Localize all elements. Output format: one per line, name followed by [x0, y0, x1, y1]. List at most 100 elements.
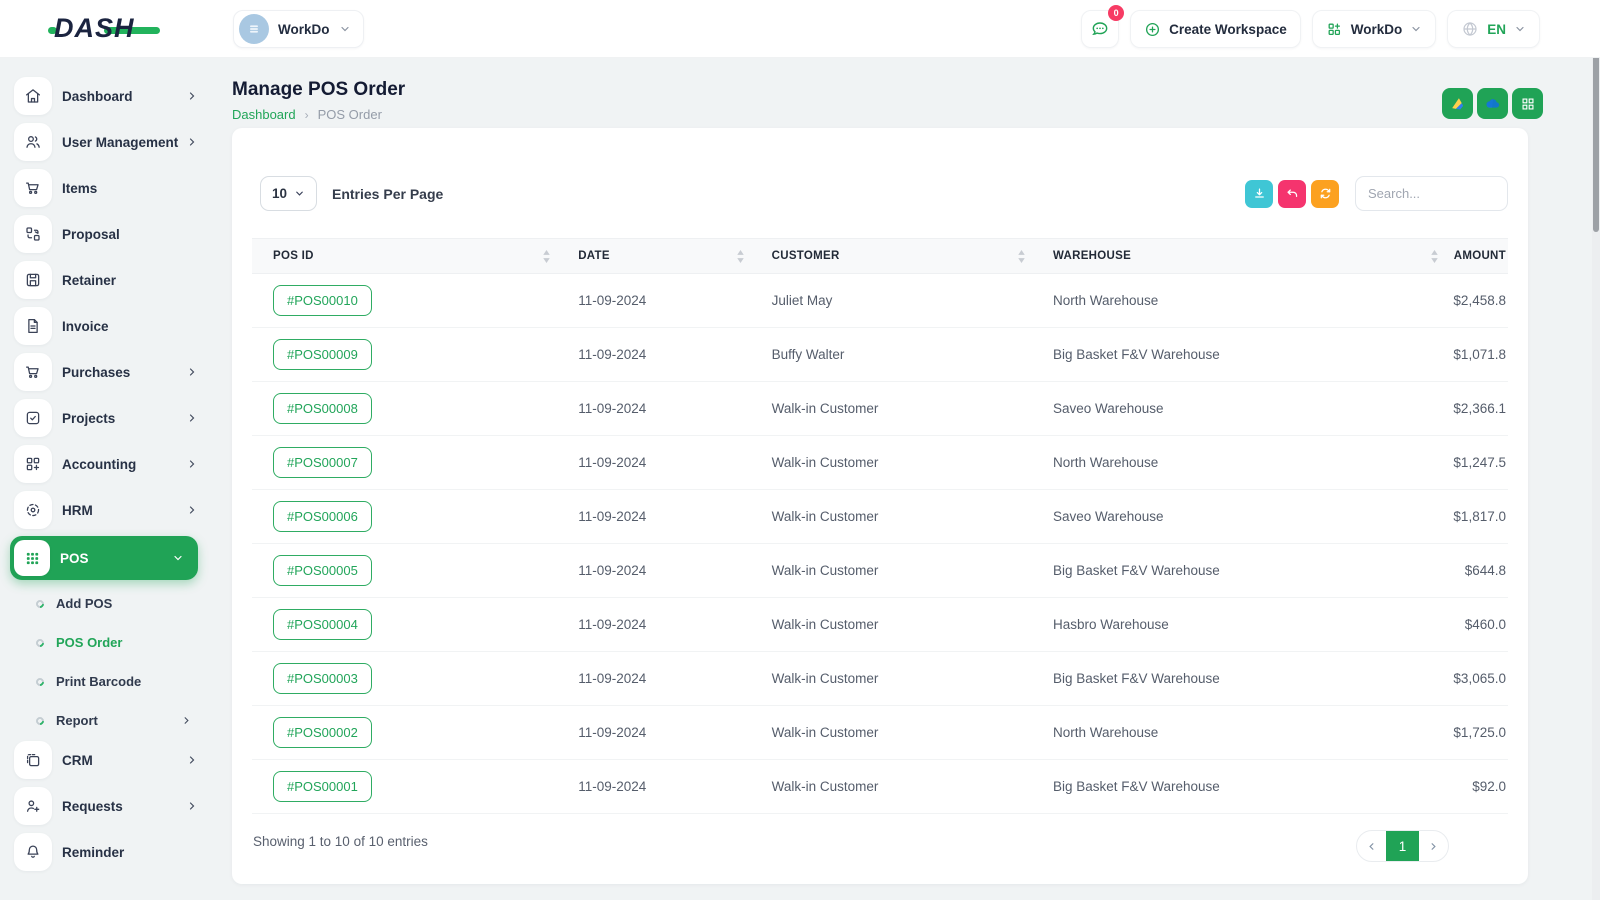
column-header-customer[interactable]: CUSTOMER	[751, 249, 1032, 263]
sidebar-subitem-report[interactable]: Report	[34, 701, 192, 740]
cart-icon	[25, 182, 39, 194]
grid-icon	[1521, 97, 1534, 110]
sidebar-subitem-add-pos[interactable]: Add POS	[34, 584, 192, 623]
sidebar-item-items[interactable]: Items	[14, 168, 198, 208]
pos-id-badge[interactable]: #POS00007	[273, 447, 372, 478]
chevron-right-icon	[186, 136, 198, 148]
pos-id-badge[interactable]: #POS00006	[273, 501, 372, 532]
warehouse-cell: North Warehouse	[1052, 293, 1159, 308]
sort-icon[interactable]	[542, 249, 551, 263]
create-workspace-button[interactable]: Create Workspace	[1130, 10, 1301, 48]
chevron-left-icon	[1369, 842, 1374, 850]
onedrive-button[interactable]	[1477, 88, 1508, 119]
table-row: #POS00002 11-09-2024 Walk-in Customer No…	[252, 706, 1508, 760]
amount-cell: $1,247.5	[1453, 455, 1506, 470]
pagination-prev-button[interactable]	[1357, 831, 1386, 861]
workspace-dropdown-label: WorkDo	[1350, 21, 1403, 37]
sidebar-item-hrm[interactable]: HRM	[14, 490, 198, 530]
language-dropdown[interactable]: EN	[1447, 10, 1540, 48]
sidebar-item-reminder[interactable]: Reminder	[14, 832, 198, 872]
google-drive-button[interactable]	[1442, 88, 1473, 119]
pos-table-body: #POS00010 11-09-2024 Juliet May North Wa…	[252, 274, 1508, 814]
sidebar-item-accounting[interactable]: Accounting	[14, 444, 198, 484]
pos-id-badge[interactable]: #POS00009	[273, 339, 372, 370]
column-header-amount[interactable]: AMOUNT	[1445, 250, 1508, 262]
customer-cell: Walk-in Customer	[771, 779, 879, 794]
column-header-pos-id[interactable]: POS ID	[252, 249, 557, 263]
table-row: #POS00004 11-09-2024 Walk-in Customer Ha…	[252, 598, 1508, 652]
sort-icon[interactable]	[1017, 249, 1026, 263]
sidebar-item-purchases[interactable]: Purchases	[14, 352, 198, 392]
search-input[interactable]	[1355, 176, 1508, 211]
grid-view-button[interactable]	[1512, 88, 1543, 119]
warehouse-cell: Big Basket F&V Warehouse	[1052, 779, 1220, 794]
chevron-down-icon	[340, 26, 349, 32]
pagination-page-1[interactable]: 1	[1386, 831, 1419, 861]
pos-id-badge[interactable]: #POS00004	[273, 609, 372, 640]
pos-id-badge[interactable]: #POS00001	[273, 771, 372, 802]
reset-undo-button[interactable]	[1278, 179, 1306, 208]
sidebar-item-pos[interactable]: POS	[10, 536, 198, 580]
warehouse-cell: Saveo Warehouse	[1052, 401, 1164, 416]
refresh-icon	[1320, 188, 1330, 199]
building-icon	[250, 25, 258, 33]
sidebar-item-retainer[interactable]: Retainer	[14, 260, 198, 300]
users-icon	[26, 136, 40, 148]
pagination-next-button[interactable]	[1419, 831, 1448, 861]
customer-cell: Walk-in Customer	[771, 455, 879, 470]
export-download-button[interactable]	[1245, 179, 1273, 208]
app-logo[interactable]: DASH	[48, 13, 162, 45]
chevron-right-icon	[186, 458, 198, 470]
date-cell: 11-09-2024	[578, 671, 647, 686]
logo-text: DASH	[54, 13, 135, 43]
column-header-warehouse[interactable]: WAREHOUSE	[1032, 249, 1445, 263]
sidebar-item-requests[interactable]: Requests	[14, 786, 198, 826]
table-summary: Showing 1 to 10 of 10 entries	[253, 834, 428, 849]
sort-icon[interactable]	[736, 249, 745, 263]
pos-id-badge[interactable]: #POS00002	[273, 717, 372, 748]
chevron-right-icon	[186, 90, 198, 102]
table-row: #POS00010 11-09-2024 Juliet May North Wa…	[252, 274, 1508, 328]
customer-cell: Walk-in Customer	[771, 509, 879, 524]
column-header-date[interactable]: DATE	[557, 249, 750, 263]
entries-per-page-label: Entries Per Page	[332, 185, 444, 202]
file-text-icon	[28, 318, 38, 334]
table-controls: 10 Entries Per Page	[260, 176, 1508, 211]
sidebar-item-projects[interactable]: Projects	[14, 398, 198, 438]
pos-order-table: POS ID DATE CUSTOMER WAREHOUSE AMOUNT #P…	[252, 238, 1508, 814]
sidebar-item-user-management[interactable]: User Management	[14, 122, 198, 162]
workspace-dropdown[interactable]: WorkDo	[1311, 10, 1437, 48]
bullet-icon	[34, 636, 46, 649]
workspace-switcher[interactable]: WorkDo	[233, 10, 364, 48]
sidebar-item-invoice[interactable]: Invoice	[14, 306, 198, 346]
sort-icon[interactable]	[1430, 249, 1439, 263]
pos-id-badge[interactable]: #POS00005	[273, 555, 372, 586]
entries-per-page-select[interactable]: 10	[260, 176, 317, 211]
chevron-right-icon	[186, 504, 198, 516]
amount-cell: $3,065.0	[1453, 671, 1506, 686]
pos-id-badge[interactable]: #POS00010	[273, 285, 372, 316]
pos-id-badge[interactable]: #POS00008	[273, 393, 372, 424]
customer-cell: Walk-in Customer	[771, 725, 879, 740]
sidebar-item-crm[interactable]: CRM	[14, 740, 198, 780]
pos-id-badge[interactable]: #POS00003	[273, 663, 372, 694]
sidebar-subitem-print-barcode[interactable]: Print Barcode	[34, 662, 192, 701]
sidebar-subitem-pos-order[interactable]: POS Order	[34, 623, 192, 662]
scrollbar-track[interactable]	[1592, 0, 1600, 900]
table-header-row: POS ID DATE CUSTOMER WAREHOUSE AMOUNT	[252, 238, 1508, 274]
bullet-icon	[34, 675, 46, 688]
date-cell: 11-09-2024	[578, 779, 647, 794]
messages-button[interactable]: 0	[1081, 5, 1125, 48]
sidebar-item-dashboard[interactable]: Dashboard	[14, 76, 198, 116]
plus-circle-icon	[1146, 22, 1160, 36]
bullet-icon	[34, 714, 46, 727]
date-cell: 11-09-2024	[578, 401, 647, 416]
header-actions	[1442, 88, 1543, 119]
home-icon	[25, 89, 41, 103]
breadcrumb-separator-icon: ›	[304, 107, 309, 122]
warehouse-cell: North Warehouse	[1052, 725, 1159, 740]
check-square-icon	[26, 411, 40, 425]
breadcrumb-dashboard-link[interactable]: Dashboard	[232, 107, 296, 122]
sidebar-item-proposal[interactable]: Proposal	[14, 214, 198, 254]
refresh-button[interactable]	[1311, 179, 1339, 208]
